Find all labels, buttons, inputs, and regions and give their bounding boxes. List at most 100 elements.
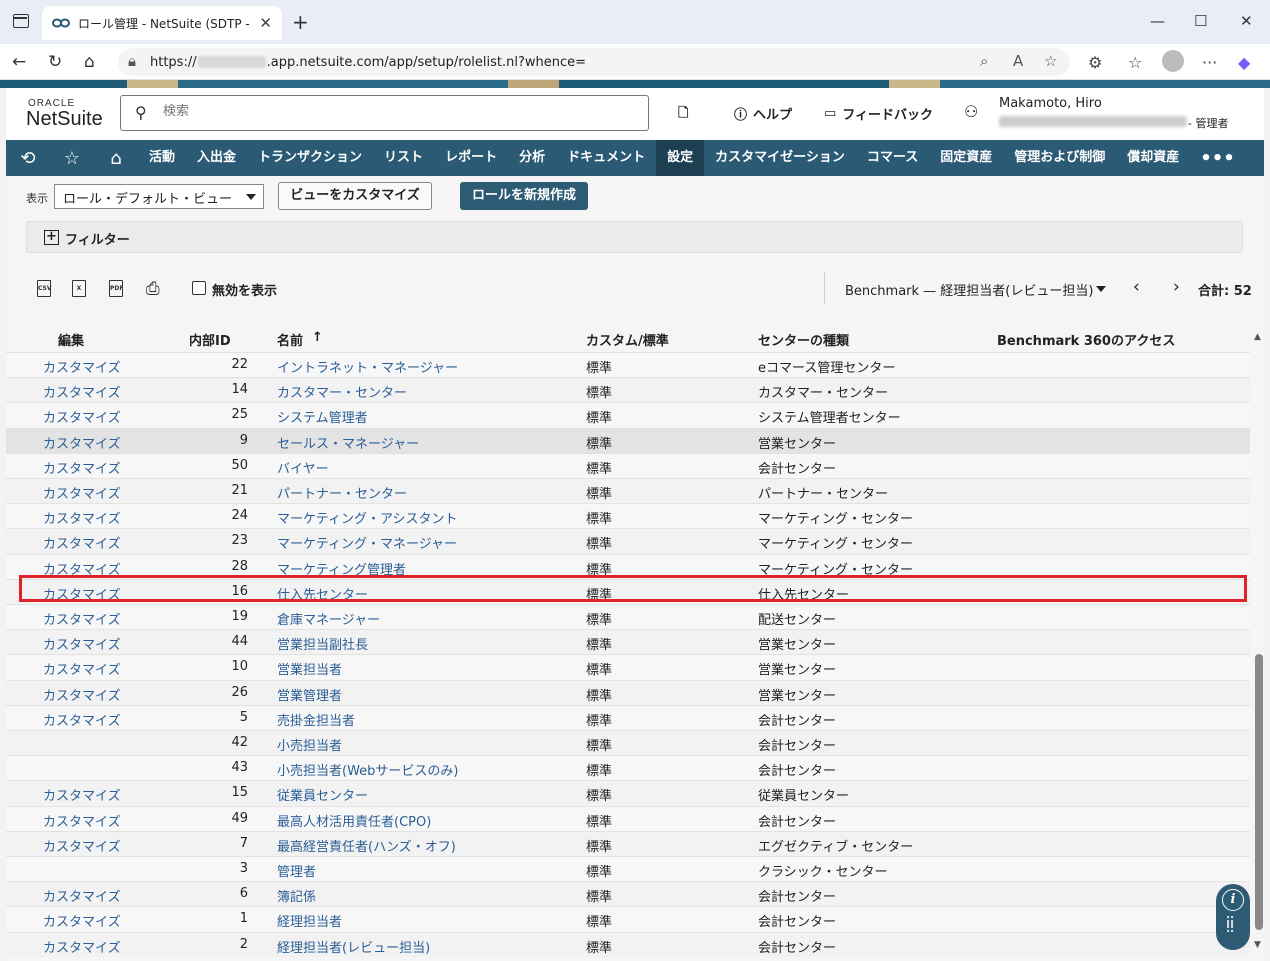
menu-analytics[interactable]: 分析 [508, 140, 556, 176]
table-row[interactable]: カスタマイズ 7 最高経営責任者(ハンズ・オフ) 標準 エグゼクティブ・センター [6, 830, 1250, 856]
menu-lists[interactable]: リスト [373, 140, 434, 176]
menu-governance[interactable]: 管理および制御 [1003, 140, 1116, 176]
next-page-icon[interactable]: › [1173, 277, 1180, 297]
filter-bar[interactable]: + フィルター [26, 221, 1243, 253]
menu-fixed-assets[interactable]: 固定資産 [929, 140, 1003, 176]
role-name-link[interactable]: 経理担当者 [277, 911, 342, 930]
new-role-button[interactable]: ロールを新規作成 [460, 182, 588, 210]
scroll-thumb[interactable] [1255, 654, 1263, 930]
export-excel-icon[interactable]: X [72, 280, 86, 297]
table-row[interactable]: カスタマイズ 9 セールス・マネージャー 標準 営業センター [6, 427, 1250, 453]
export-pdf-icon[interactable]: PDF [109, 280, 123, 297]
menu-transactions[interactable]: トランザクション [247, 140, 373, 176]
customize-link[interactable]: カスタマイズ [43, 886, 121, 905]
customize-link[interactable]: カスタマイズ [43, 911, 121, 930]
col-benchmark-360[interactable]: Benchmark 360のアクセス [997, 330, 1175, 349]
customize-link[interactable]: カスタマイズ [43, 458, 121, 477]
copilot-icon[interactable]: ◆ [1238, 53, 1250, 72]
favorites-icon[interactable]: ☆ [1128, 53, 1142, 72]
home-icon[interactable]: ⌂ [84, 52, 95, 72]
print-icon[interactable]: ⎙ [146, 279, 160, 299]
customize-link[interactable]: カスタマイズ [43, 811, 121, 830]
apps-grid-icon[interactable]: ⠿ ⠿ [1225, 916, 1241, 938]
col-edit[interactable]: 編集 [58, 330, 84, 349]
role-name-link[interactable]: バイヤー [277, 458, 329, 477]
page-select-chevron-icon[interactable] [1096, 286, 1106, 292]
role-name-link[interactable]: 売掛金担当者 [277, 710, 355, 729]
role-name-link[interactable]: 簿記係 [277, 886, 316, 905]
table-row[interactable]: カスタマイズ 28 マーケティング管理者 標準 マーケティング・センター [6, 553, 1250, 579]
favorites-star-icon[interactable]: ☆ [50, 148, 94, 169]
favorite-star-icon[interactable]: ☆ [1044, 52, 1057, 70]
role-name-link[interactable]: 最高人材活用責任者(CPO) [277, 811, 431, 830]
role-name-link[interactable]: セールス・マネージャー [277, 433, 419, 452]
customize-link[interactable]: カスタマイズ [43, 785, 121, 804]
customize-link[interactable]: カスタマイズ [43, 483, 121, 502]
extensions-icon[interactable]: ⚙ [1088, 53, 1102, 72]
customize-link[interactable]: カスタマイズ [43, 609, 121, 628]
menu-commerce[interactable]: コマース [856, 140, 929, 176]
customize-link[interactable]: カスタマイズ [43, 836, 121, 855]
url-field[interactable]: 🔒︎ https:// .app.netsuite.com/app/setup/… [118, 48, 1070, 76]
table-row[interactable]: 3 管理者 標準 クラシック・センター [6, 856, 1250, 881]
customize-link[interactable]: カスタマイズ [43, 584, 121, 603]
home-menu-icon[interactable]: ⌂ [94, 148, 138, 169]
customize-link[interactable]: カスタマイズ [43, 382, 121, 401]
table-row[interactable]: カスタマイズ 16 仕入先センター 標準 仕入先センター [6, 578, 1250, 604]
table-row[interactable]: カスタマイズ 49 最高人材活用責任者(CPO) 標準 会計センター [6, 805, 1250, 831]
role-name-link[interactable]: マーケティング・アシスタント [277, 508, 457, 527]
recent-icon[interactable]: ⟲ [6, 148, 50, 169]
col-internal-id[interactable]: 内部ID [189, 330, 231, 349]
menu-reports[interactable]: レポート [434, 140, 508, 176]
menu-more-icon[interactable]: ••• [1190, 148, 1245, 169]
table-row[interactable]: カスタマイズ 23 マーケティング・マネージャー 標準 マーケティング・センター [6, 528, 1250, 554]
role-name-link[interactable]: 最高経営責任者(ハンズ・オフ) [277, 836, 456, 855]
col-custom-standard[interactable]: カスタム/標準 [586, 330, 669, 349]
info-icon[interactable]: i [1222, 889, 1244, 911]
read-aloud-icon[interactable]: A [1013, 52, 1023, 70]
customize-link[interactable]: カスタマイズ [43, 508, 121, 527]
customize-link[interactable]: カスタマイズ [43, 685, 121, 704]
role-name-link[interactable]: 仕入先センター [277, 584, 368, 603]
role-name-link[interactable]: 営業管理者 [277, 685, 342, 704]
customize-link[interactable]: カスタマイズ [43, 559, 121, 578]
table-row[interactable]: カスタマイズ 22 イントラネット・マネージャー 標準 eコマース管理センター [6, 352, 1250, 377]
menu-transactions-deposits[interactable]: 入出金 [186, 140, 247, 176]
table-row[interactable]: カスタマイズ 44 営業担当副社長 標準 営業センター [6, 629, 1250, 655]
recent-records-icon[interactable]: 🗋 [678, 104, 688, 126]
table-row[interactable]: カスタマイズ 14 カスタマー・センター 標準 カスタマー・センター [6, 377, 1250, 403]
col-name[interactable]: 名前 [277, 330, 303, 349]
table-row[interactable]: カスタマイズ 24 マーケティング・アシスタント 標準 マーケティング・センター [6, 503, 1250, 529]
customize-link[interactable]: カスタマイズ [43, 710, 121, 729]
role-name-link[interactable]: 従業員センター [277, 785, 368, 804]
reload-icon[interactable]: ↻ [48, 52, 62, 72]
role-name-link[interactable]: システム管理者 [277, 407, 368, 426]
menu-setup[interactable]: 設定 [656, 140, 705, 176]
view-select[interactable]: ロール・デフォルト・ビュー [54, 184, 264, 209]
table-row[interactable]: カスタマイズ 26 営業管理者 標準 営業センター [6, 679, 1250, 705]
global-search[interactable]: ⚲ [120, 95, 649, 131]
customize-link[interactable]: カスタマイズ [43, 533, 121, 552]
role-name-link[interactable]: 営業担当副社長 [277, 634, 368, 653]
prev-page-icon[interactable]: ‹ [1133, 277, 1140, 297]
netsuite-logo[interactable]: NetSuite [26, 108, 103, 131]
table-row[interactable]: カスタマイズ 6 簿記係 標準 会計センター [6, 881, 1250, 907]
tab-close-icon[interactable]: ✕ [259, 14, 272, 32]
profile-avatar[interactable] [1162, 50, 1184, 72]
table-row[interactable]: カスタマイズ 25 システム管理者 標準 システム管理者センター [6, 402, 1250, 428]
lock-icon[interactable]: 🔒︎ [128, 52, 136, 70]
role-name-link[interactable]: 営業担当者 [277, 659, 342, 678]
user-name[interactable]: Makamoto, Hiro [999, 96, 1102, 111]
feedback-button[interactable]: ▭ フィードバック [824, 104, 933, 123]
sort-ascending-icon[interactable]: ↑ [312, 330, 323, 345]
table-scrollbar[interactable]: ▲ ▼ [1254, 326, 1264, 954]
sidebar-toggle-icon[interactable] [13, 14, 29, 28]
scroll-up-icon[interactable]: ▲ [1254, 332, 1261, 342]
role-name-link[interactable]: パートナー・センター [277, 483, 407, 502]
close-window-icon[interactable]: ✕ [1240, 12, 1253, 30]
table-row[interactable]: カスタマイズ 5 売掛金担当者 標準 会計センター [6, 704, 1250, 730]
table-row[interactable]: カスタマイズ 50 バイヤー 標準 会計センター [6, 452, 1250, 478]
role-name-link[interactable]: カスタマー・センター [277, 382, 407, 401]
customize-link[interactable]: カスタマイズ [43, 433, 121, 452]
search-input[interactable] [163, 104, 633, 119]
